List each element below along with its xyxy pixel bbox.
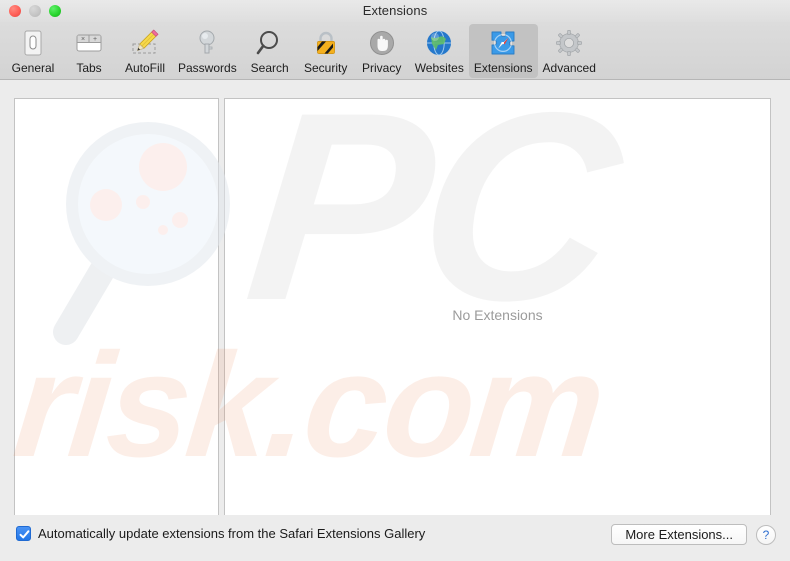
preferences-toolbar: General × + Tabs AutoFill Passwords Sear… [0, 22, 790, 80]
passwords-icon [190, 26, 224, 60]
toolbar-item-autofill[interactable]: AutoFill [117, 24, 173, 78]
toolbar-item-search[interactable]: Search [242, 24, 298, 78]
toolbar-label-security: Security [304, 61, 348, 75]
general-icon [16, 26, 50, 60]
privacy-icon [365, 26, 399, 60]
toolbar-item-security[interactable]: Security [298, 24, 354, 78]
bottom-bar: Automatically update extensions from the… [0, 515, 790, 561]
toolbar-label-general: General [11, 61, 55, 75]
no-extensions-message: No Extensions [452, 307, 543, 323]
auto-update-checkbox[interactable] [16, 526, 31, 541]
toolbar-item-tabs[interactable]: × + Tabs [61, 24, 117, 78]
toolbar-item-passwords[interactable]: Passwords [173, 24, 242, 78]
toolbar-label-passwords: Passwords [178, 61, 237, 75]
toolbar-item-extensions[interactable]: Extensions [468, 24, 538, 78]
toolbar-label-websites: Websites [414, 61, 464, 75]
extensions-list-panel[interactable] [14, 98, 219, 532]
toolbar-item-advanced[interactable]: Advanced [538, 24, 601, 78]
extensions-icon [486, 26, 520, 60]
auto-update-label: Automatically update extensions from the… [38, 526, 426, 541]
svg-text:+: + [93, 36, 97, 43]
toolbar-label-privacy: Privacy [362, 61, 402, 75]
more-extensions-button[interactable]: More Extensions... [611, 524, 747, 545]
svg-text:×: × [81, 36, 85, 43]
autofill-icon [128, 26, 162, 60]
toolbar-label-search: Search [250, 61, 289, 75]
toolbar-item-general[interactable]: General [5, 24, 61, 78]
toolbar-item-privacy[interactable]: Privacy [354, 24, 410, 78]
toolbar-label-advanced: Advanced [542, 61, 596, 75]
search-icon [253, 26, 287, 60]
security-icon [309, 26, 343, 60]
toolbar-item-websites[interactable]: Websites [410, 24, 469, 78]
toolbar-label-tabs: Tabs [76, 61, 102, 75]
tabs-icon: × + [72, 26, 106, 60]
advanced-icon [552, 26, 586, 60]
checkmark-icon [19, 530, 30, 539]
auto-update-row[interactable]: Automatically update extensions from the… [16, 526, 425, 541]
bottom-bar-actions: More Extensions... ? [611, 524, 776, 545]
preferences-content: No Extensions [0, 81, 790, 561]
toolbar-label-autofill: AutoFill [124, 61, 165, 75]
toolbar-label-extensions: Extensions [473, 61, 533, 75]
title-bar: Extensions [0, 0, 790, 22]
extension-detail-panel: No Extensions [224, 98, 771, 532]
websites-icon [422, 26, 456, 60]
window-title: Extensions [362, 3, 428, 18]
help-button[interactable]: ? [756, 524, 776, 545]
safari-preferences-window: Extensions General × + Tabs AutoFill Pas… [0, 0, 790, 561]
